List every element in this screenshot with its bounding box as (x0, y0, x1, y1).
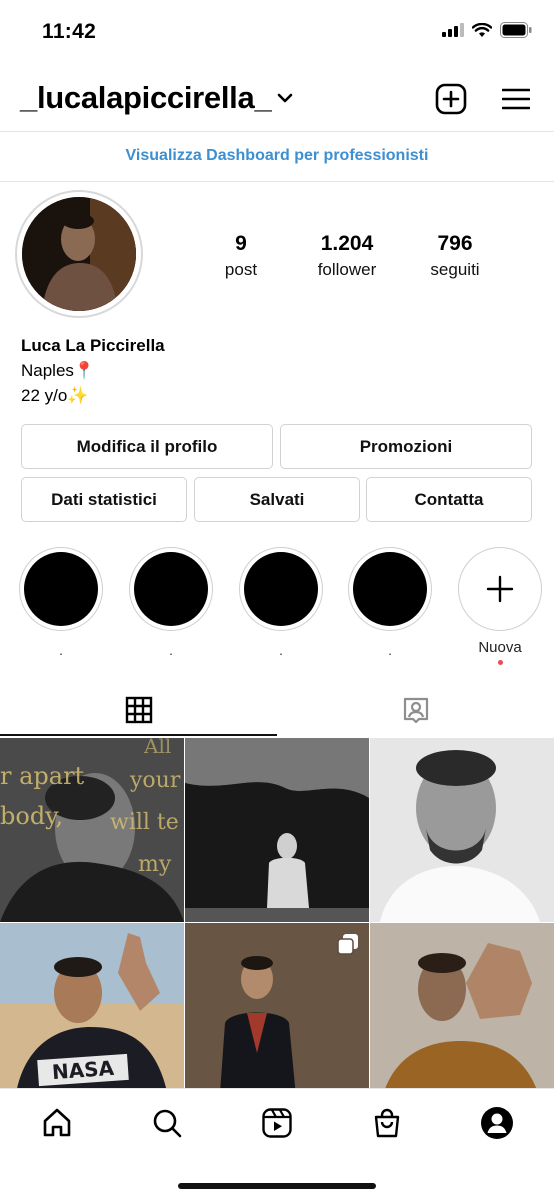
post-overlay-text: your (130, 768, 181, 793)
notification-dot (497, 660, 503, 665)
post-image (370, 923, 554, 1107)
story-highlight[interactable]: . (348, 547, 432, 658)
avatar-photo (22, 197, 136, 311)
highlight-cover (244, 552, 318, 626)
reels-icon (262, 1108, 292, 1138)
contact-button[interactable]: Contatta (366, 477, 532, 522)
plus-square-icon (435, 83, 467, 115)
highlight-cover (353, 552, 427, 626)
search-icon (153, 1109, 182, 1138)
saved-button[interactable]: Salvati (194, 477, 360, 522)
post-overlay-text: All (144, 738, 172, 758)
home-icon (43, 1108, 71, 1137)
new-highlight-circle (458, 547, 542, 631)
plus-icon (486, 575, 514, 603)
highlight-label: . (169, 643, 173, 658)
posts-count[interactable]: 9 post (186, 232, 296, 280)
shop-icon (374, 1108, 400, 1138)
highlight-ring (239, 547, 323, 631)
post-thumbnail[interactable] (185, 738, 369, 922)
post-overlay-text: will te (110, 810, 179, 835)
highlight-label: . (59, 643, 63, 658)
following-count-label: seguiti (430, 260, 480, 279)
profile-bio: Luca La Piccirella Naples📍 22 y/o✨ (21, 333, 165, 408)
nav-shop[interactable] (369, 1105, 405, 1141)
followers-count-value: 1.204 (320, 232, 374, 255)
nav-profile[interactable] (479, 1105, 515, 1141)
story-highlight[interactable]: . (129, 547, 213, 658)
insights-button[interactable]: Dati statistici (21, 477, 187, 522)
highlight-cover (24, 552, 98, 626)
profile-header: _lucalapiccirella_ (0, 74, 554, 126)
chevron-down-icon (278, 93, 293, 103)
followers-count[interactable]: 1.204 follower (292, 232, 402, 280)
bio-line-age: 22 y/o✨ (21, 386, 89, 405)
tab-posts-grid[interactable] (0, 684, 277, 736)
tagged-icon (403, 697, 428, 724)
post-thumbnail[interactable] (370, 923, 554, 1107)
professional-dashboard-link[interactable]: Visualizza Dashboard per professionisti (0, 132, 554, 180)
account-switcher[interactable]: _lucalapiccirella_ (20, 80, 293, 116)
status-icons (442, 22, 532, 38)
grid-icon (125, 696, 152, 724)
following-count-value: 796 (437, 232, 473, 255)
nav-home[interactable] (39, 1105, 75, 1141)
post-overlay-text: r apart (0, 762, 85, 790)
wifi-icon (472, 22, 492, 37)
avatar (22, 197, 136, 311)
followers-count-label: follower (317, 260, 377, 279)
new-highlight-label: Nuova (478, 639, 522, 656)
tab-tagged[interactable] (277, 684, 554, 736)
post-overlay-text: my (138, 852, 172, 877)
story-highlight[interactable]: . (239, 547, 323, 658)
highlight-label: . (388, 643, 392, 658)
posts-count-value: 9 (235, 232, 247, 255)
home-indicator[interactable] (178, 1183, 376, 1189)
edit-profile-button[interactable]: Modifica il profilo (21, 424, 273, 469)
profile-icon (481, 1107, 513, 1139)
nav-reels[interactable] (259, 1105, 295, 1141)
username-title: _lucalapiccirella_ (20, 80, 272, 115)
story-highlight[interactable]: . (19, 547, 103, 658)
create-button[interactable] (434, 82, 468, 116)
profile-avatar-ring[interactable] (15, 190, 143, 318)
active-tab-indicator (0, 734, 277, 736)
highlight-cover (134, 552, 208, 626)
highlight-ring (348, 547, 432, 631)
new-highlight-button[interactable]: Nuova (458, 547, 542, 665)
hamburger-menu-icon (502, 88, 530, 110)
highlight-ring (129, 547, 213, 631)
posts-count-label: post (224, 260, 258, 279)
menu-button[interactable] (499, 82, 533, 116)
post-thumbnail[interactable]: r apart body, your will te my All (0, 738, 184, 922)
post-overlay-text: body, (0, 802, 64, 830)
bio-line-location: Naples📍 (21, 361, 96, 380)
post-image (370, 738, 554, 922)
post-thumbnail[interactable]: NASA (0, 923, 184, 1107)
post-thumbnail[interactable] (370, 738, 554, 922)
status-bar: 11:42 (0, 0, 554, 64)
status-time: 11:42 (42, 20, 97, 43)
post-thumbnail[interactable] (185, 923, 369, 1107)
cellular-signal-icon (442, 23, 464, 37)
highlight-ring (19, 547, 103, 631)
post-image (185, 738, 369, 922)
battery-icon (500, 22, 532, 38)
dashboard-divider (0, 181, 554, 182)
highlight-label: . (279, 643, 283, 658)
nav-search[interactable] (149, 1105, 185, 1141)
following-count[interactable]: 796 seguiti (400, 232, 510, 280)
promotions-button[interactable]: Promozioni (280, 424, 532, 469)
carousel-icon (337, 934, 358, 955)
profile-name: Luca La Piccirella (21, 336, 165, 355)
